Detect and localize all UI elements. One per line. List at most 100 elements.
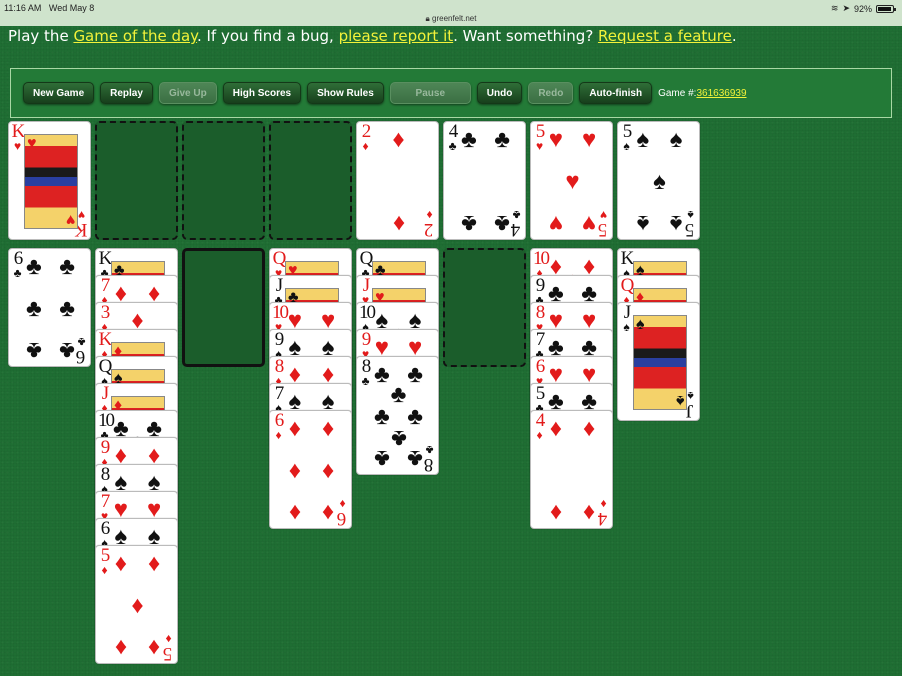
show-rules-button[interactable]: Show Rules: [307, 82, 384, 104]
card-index-br: 2 ♦: [423, 208, 436, 239]
card-index-br: 8 ♣: [423, 443, 436, 474]
spades-pip-icon: ♠: [669, 210, 683, 237]
card-index-br: 5 ♠: [684, 208, 697, 240]
request-feature-link[interactable]: Request a feature: [598, 27, 732, 45]
card-rank: 5: [599, 219, 608, 240]
clubs-icon: ♣: [361, 374, 370, 388]
clubs-pip-icon: ♣: [407, 403, 423, 430]
spades-icon: ♠: [675, 392, 685, 409]
clubs-icon: ♣: [512, 208, 521, 222]
wifi-icon: ≋: [830, 3, 839, 13]
court-figure-J: ♠ ♠: [633, 315, 687, 410]
pause-button[interactable]: Pause: [389, 82, 471, 104]
freecell-card[interactable]: K ♥ K ♥ ♥ ♥: [8, 121, 91, 240]
diamonds-pip-icon: ♦: [321, 457, 335, 484]
card-rank: 6: [77, 346, 86, 367]
card-index-tl: 5 ♠: [620, 122, 633, 152]
clubs-pip-icon: ♣: [374, 445, 390, 472]
diamonds-pip-icon: ♦: [582, 499, 596, 526]
location-icon: ➤: [842, 3, 850, 13]
clubs-pip-icon: ♣: [461, 126, 477, 153]
tableau-empty-slot-6[interactable]: [443, 248, 526, 367]
address-bar[interactable]: 🔒︎ greenfelt.net: [0, 14, 902, 24]
card-index-br: 5 ♥: [597, 208, 610, 240]
clubs-pip-icon: ♣: [390, 424, 407, 451]
clubs-pip-icon: ♣: [407, 361, 423, 388]
diamonds-pip-icon: ♦: [549, 415, 563, 442]
clubs-pip-icon: ♣: [59, 295, 75, 322]
hearts-icon: ♥: [535, 139, 544, 153]
card-rank: 4: [599, 508, 608, 529]
card-index-tl: 8 ♣: [359, 357, 372, 387]
diamonds-icon: ♦: [362, 139, 369, 153]
diamonds-pip-icon: ♦: [114, 634, 128, 661]
diamonds-pip-icon: ♦: [582, 415, 596, 442]
diamonds-pip-icon: ♦: [392, 210, 405, 237]
card-index-tl: 4 ♦: [533, 411, 546, 441]
card-index-tl: 6 ♦: [272, 411, 285, 441]
spades-pip-icon: ♠: [653, 168, 666, 195]
new-game-button[interactable]: New Game: [23, 82, 95, 104]
card-index-tl: 6 ♣: [11, 249, 24, 279]
status-time: 11:16 AM Wed May 8: [4, 3, 95, 13]
foundation-card[interactable]: 5 ♠ 5 ♠ ♠ ♠ ♠ ♠ ♠: [617, 121, 700, 240]
tableau-card[interactable]: 8 ♣ 8 ♣ ♣ ♣ ♣ ♣ ♣ ♣ ♣ ♣: [356, 356, 439, 475]
tableau-card[interactable]: 4 ♦ 4 ♦ ♦ ♦ ♦ ♦: [530, 410, 613, 529]
tableau-card[interactable]: 6 ♦ 6 ♦ ♦ ♦ ♦ ♦ ♦ ♦: [269, 410, 352, 529]
clubs-icon: ♣: [77, 335, 86, 349]
high-scores-button[interactable]: High Scores: [222, 82, 302, 104]
card-rank: 6: [338, 508, 347, 529]
foundation-card[interactable]: 2 ♦ 2 ♦ ♦ ♦: [356, 121, 439, 240]
freecell-slot-4[interactable]: [269, 121, 352, 240]
diamonds-pip-icon: ♦: [321, 499, 335, 526]
game-number: Game #:361636939: [658, 87, 747, 99]
diamonds-pip-icon: ♦: [549, 499, 563, 526]
hearts-pip-icon: ♥: [581, 126, 597, 153]
ios-status-bar: 11:16 AM Wed May 8 🔒︎ greenfelt.net ≋ ➤ …: [0, 0, 902, 26]
redo-button[interactable]: Redo: [528, 82, 574, 104]
banner-text: Play the Game of the day. If you find a …: [8, 27, 737, 45]
tableau-card[interactable]: J ♠ J ♠ ♠ ♠: [617, 302, 700, 421]
card-rank: 5: [686, 219, 695, 240]
hearts-pip-icon: ♥: [581, 210, 597, 237]
card-index-tl: 4 ♣: [446, 122, 459, 152]
freecell-slot-3[interactable]: [182, 121, 265, 240]
hearts-icon: ♥: [65, 211, 76, 228]
tableau-card[interactable]: 5 ♦ 5 ♦ ♦ ♦ ♦ ♦ ♦: [95, 545, 178, 664]
clubs-pip-icon: ♣: [407, 445, 423, 472]
spades-icon: ♠: [623, 320, 630, 334]
card-index-br: 5 ♦: [162, 632, 175, 664]
report-bug-link[interactable]: please report it: [339, 27, 454, 45]
hearts-icon: ♥: [27, 135, 37, 152]
game-of-the-day-link[interactable]: Game of the day: [73, 27, 197, 45]
foundation-card[interactable]: 4 ♣ 4 ♣ ♣ ♣ ♣ ♣: [443, 121, 526, 240]
lock-icon: 🔒︎: [425, 14, 430, 23]
undo-button[interactable]: Undo: [476, 82, 523, 104]
card-index-br: 4 ♦: [597, 497, 610, 529]
spades-pip-icon: ♠: [636, 210, 650, 237]
spades-pip-icon: ♠: [636, 126, 650, 153]
card-rank: 5: [164, 643, 173, 664]
freecell-slot-2[interactable]: [95, 121, 178, 240]
card-index-br: 6 ♦: [336, 497, 349, 529]
replay-button[interactable]: Replay: [100, 82, 153, 104]
foundation-card[interactable]: 5 ♥ 5 ♥ ♥ ♥ ♥ ♥ ♥: [530, 121, 613, 240]
auto-finish-button[interactable]: Auto-finish: [579, 82, 653, 104]
tableau-empty-slot-3[interactable]: [182, 248, 265, 367]
tableau-card[interactable]: 6 ♣ 6 ♣ ♣ ♣ ♣ ♣ ♣ ♣: [8, 248, 91, 367]
diamonds-pip-icon: ♦: [288, 499, 302, 526]
diamonds-pip-icon: ♦: [114, 550, 128, 577]
diamonds-pip-icon: ♦: [288, 457, 302, 484]
card-index-br: 4 ♣: [510, 208, 523, 239]
diamonds-pip-icon: ♦: [147, 634, 161, 661]
game-number-link[interactable]: 361636939: [696, 88, 746, 99]
diamonds-icon: ♦: [536, 428, 543, 442]
game-toolbar: New Game Replay Give Up High Scores Show…: [10, 68, 892, 118]
give-up-button[interactable]: Give Up: [158, 82, 217, 104]
spades-pip-icon: ♠: [669, 126, 683, 153]
battery-percent: 92%: [853, 3, 872, 14]
diamonds-pip-icon: ♦: [321, 415, 335, 442]
card-index-tl: 2 ♦: [359, 122, 372, 152]
battery-icon: [876, 4, 896, 13]
hearts-pip-icon: ♥: [548, 210, 564, 237]
